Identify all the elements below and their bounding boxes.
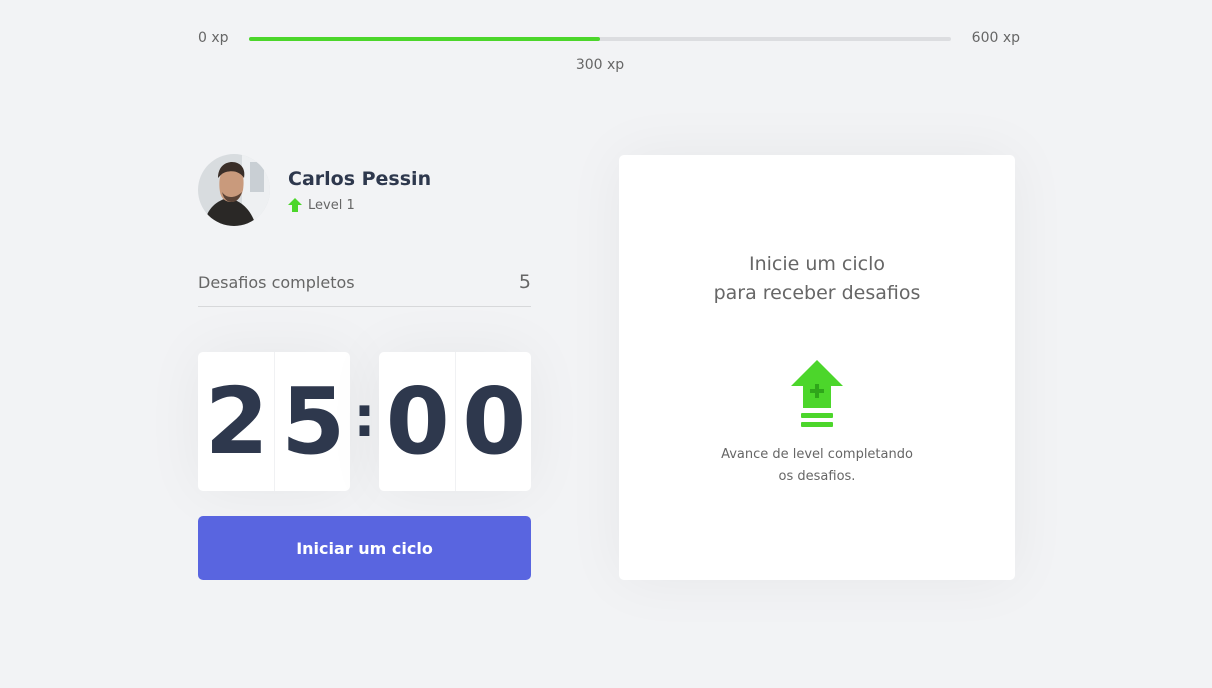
- experience-bar: 0 xp 300 xp 600 xp: [198, 28, 1020, 73]
- minute-digit-ones: 5: [273, 352, 351, 491]
- xp-max-label: 600 xp: [971, 30, 1020, 46]
- countdown-seconds: 0 0: [379, 352, 531, 491]
- challenge-title-line1: Inicie um ciclo: [748, 253, 886, 275]
- challenge-box-title: Inicie um ciclo para receber desafios: [714, 250, 921, 308]
- xp-track: 300 xp: [249, 37, 951, 73]
- xp-current-label: 300 xp: [575, 57, 625, 73]
- profile-info: Carlos Pessin Level 1: [288, 168, 431, 213]
- second-digit-tens: 0: [385, 368, 450, 475]
- avatar: [198, 154, 270, 226]
- challenge-desc-line1: Avance de level completando: [721, 447, 913, 462]
- completed-challenges: Desafios completos 5: [198, 270, 531, 307]
- countdown-separator: :: [353, 385, 376, 450]
- profile: Carlos Pessin Level 1: [198, 154, 431, 226]
- page: 0 xp 300 xp 600 xp Carlos Pessin Level 1…: [0, 0, 1212, 688]
- second-digit-ones: 0: [454, 352, 532, 491]
- xp-fill: [249, 37, 600, 41]
- level-label: Level 1: [308, 197, 355, 213]
- challenge-box: Inicie um ciclo para receber desafios Av…: [619, 155, 1015, 580]
- countdown-minutes: 2 5: [198, 352, 350, 491]
- level-up-arrow-icon: [288, 198, 302, 212]
- minute-digit-tens: 2: [204, 368, 269, 475]
- countdown: 2 5 : 0 0: [198, 352, 531, 491]
- challenge-desc-line2: os desafios.: [778, 469, 856, 484]
- profile-name: Carlos Pessin: [288, 167, 432, 190]
- challenge-title-line2: para receber desafios: [713, 282, 921, 304]
- start-cycle-button[interactable]: Iniciar um ciclo: [198, 516, 531, 580]
- level-up-icon: [791, 360, 843, 430]
- challenge-box-description: Avance de level completando os desafios.: [712, 444, 922, 488]
- completed-challenges-label: Desafios completos: [198, 273, 355, 292]
- xp-min-label: 0 xp: [198, 30, 229, 46]
- completed-challenges-count: 5: [518, 271, 531, 293]
- profile-level: Level 1: [288, 198, 431, 213]
